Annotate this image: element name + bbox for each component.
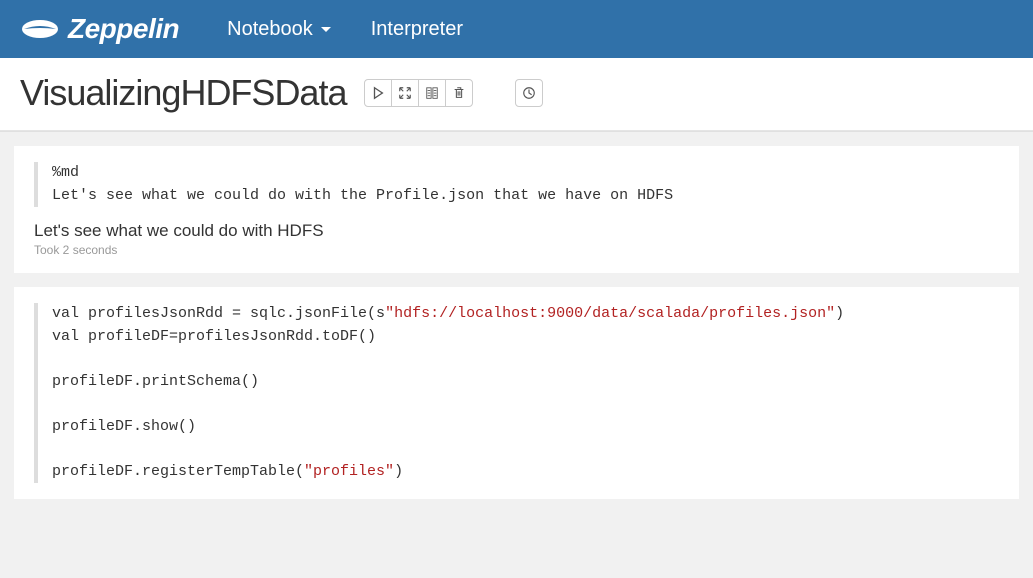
- code-l1-str: "hdfs://localhost:9000/data/scalada/prof…: [385, 305, 835, 322]
- navbar: Zeppelin Notebook Interpreter: [0, 0, 1033, 58]
- nav-interpreter-label: Interpreter: [371, 18, 463, 41]
- code-l1-pre: val profilesJsonRdd = sqlc.jsonFile(s: [52, 305, 385, 322]
- code-block-md[interactable]: %md Let's see what we could do with the …: [34, 162, 999, 207]
- nav-notebook-label: Notebook: [227, 18, 313, 41]
- caret-down-icon: [321, 27, 331, 32]
- zeppelin-logo-icon: [20, 17, 60, 41]
- code-block-scala[interactable]: val profilesJsonRdd = sqlc.jsonFile(s"hd…: [34, 303, 999, 483]
- content-area: %md Let's see what we could do with the …: [0, 131, 1033, 578]
- code-view-button[interactable]: [418, 79, 446, 107]
- code-l5-post: ): [394, 463, 403, 480]
- delete-button[interactable]: [445, 79, 473, 107]
- paragraph-2: val profilesJsonRdd = sqlc.jsonFile(s"hd…: [14, 287, 1019, 499]
- code-l1-post: ): [835, 305, 844, 322]
- code-l3: profileDF.printSchema(): [52, 373, 259, 390]
- code-l4: profileDF.show(): [52, 418, 196, 435]
- page-title: VisualizingHDFSData: [20, 72, 346, 114]
- brand[interactable]: Zeppelin: [20, 13, 179, 45]
- run-all-button[interactable]: [364, 79, 392, 107]
- code-l5-str: "profiles": [304, 463, 394, 480]
- brand-text: Zeppelin: [68, 13, 179, 45]
- paragraph-result-text: Let's see what we could do with HDFS: [34, 221, 999, 241]
- toolbar-group-1: [364, 79, 473, 107]
- expand-button[interactable]: [391, 79, 419, 107]
- code-l5-pre: profileDF.registerTempTable(: [52, 463, 304, 480]
- md-body: Let's see what we could do with the Prof…: [52, 187, 673, 204]
- paragraph-1: %md Let's see what we could do with the …: [14, 146, 1019, 273]
- nav-notebook-dropdown[interactable]: Notebook: [211, 10, 347, 49]
- scheduler-button[interactable]: [515, 79, 543, 107]
- code-l2: val profileDF=profilesJsonRdd.toDF(): [52, 328, 376, 345]
- md-directive: %md: [52, 164, 79, 181]
- page-header: VisualizingHDFSData: [0, 58, 1033, 131]
- nav-interpreter-link[interactable]: Interpreter: [355, 10, 479, 49]
- paragraph-took-text: Took 2 seconds: [34, 243, 999, 257]
